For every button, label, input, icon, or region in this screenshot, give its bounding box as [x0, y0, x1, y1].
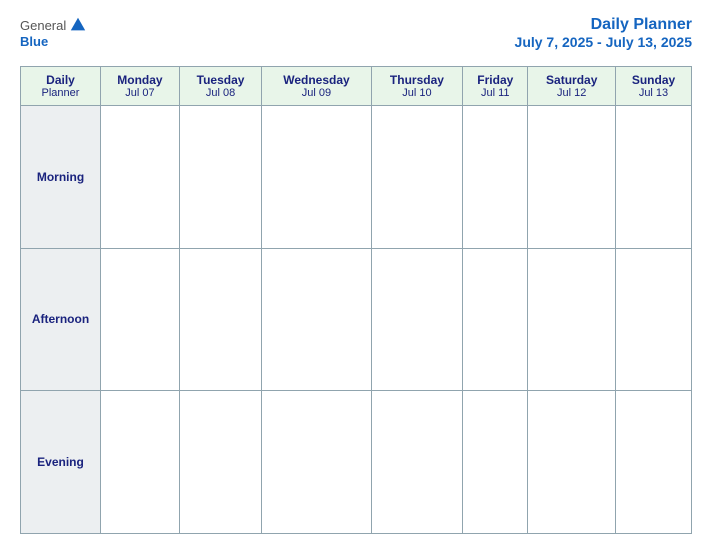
label-header-line2: Planner	[25, 87, 96, 99]
col-monday: Monday Jul 07	[101, 67, 180, 106]
afternoon-sunday[interactable]	[616, 248, 692, 391]
monday-date: Jul 07	[105, 87, 175, 99]
afternoon-wednesday[interactable]	[262, 248, 371, 391]
evening-monday[interactable]	[101, 391, 180, 534]
sunday-date: Jul 13	[620, 87, 687, 99]
morning-row: Morning	[21, 106, 692, 249]
evening-friday[interactable]	[463, 391, 528, 534]
afternoon-label: Afternoon	[21, 248, 101, 391]
afternoon-row: Afternoon	[21, 248, 692, 391]
evening-wednesday[interactable]	[262, 391, 371, 534]
morning-label: Morning	[21, 106, 101, 249]
evening-tuesday[interactable]	[179, 391, 261, 534]
morning-wednesday[interactable]	[262, 106, 371, 249]
tuesday-date: Jul 08	[184, 87, 257, 99]
logo-area: General Blue	[20, 16, 87, 49]
morning-tuesday[interactable]	[179, 106, 261, 249]
logo-icon	[69, 16, 87, 34]
wednesday-name: Wednesday	[266, 73, 366, 87]
morning-saturday[interactable]	[528, 106, 616, 249]
logo-text: General	[20, 16, 87, 34]
evening-label: Evening	[21, 391, 101, 534]
col-sunday: Sunday Jul 13	[616, 67, 692, 106]
logo-blue-text: Blue	[20, 34, 48, 49]
afternoon-monday[interactable]	[101, 248, 180, 391]
sunday-name: Sunday	[620, 73, 687, 87]
col-wednesday: Wednesday Jul 09	[262, 67, 371, 106]
afternoon-friday[interactable]	[463, 248, 528, 391]
planner-title: Daily Planner	[591, 16, 692, 33]
afternoon-tuesday[interactable]	[179, 248, 261, 391]
friday-date: Jul 11	[467, 87, 523, 99]
col-thursday: Thursday Jul 10	[371, 67, 462, 106]
friday-name: Friday	[467, 73, 523, 87]
thursday-date: Jul 10	[376, 87, 458, 99]
afternoon-thursday[interactable]	[371, 248, 462, 391]
afternoon-saturday[interactable]	[528, 248, 616, 391]
col-tuesday: Tuesday Jul 08	[179, 67, 261, 106]
morning-sunday[interactable]	[616, 106, 692, 249]
col-saturday: Saturday Jul 12	[528, 67, 616, 106]
evening-sunday[interactable]	[616, 391, 692, 534]
saturday-date: Jul 12	[532, 87, 611, 99]
page: General Blue Daily Planner July 7, 2025 …	[0, 0, 712, 550]
morning-thursday[interactable]	[371, 106, 462, 249]
evening-thursday[interactable]	[371, 391, 462, 534]
header: General Blue Daily Planner July 7, 2025 …	[20, 16, 692, 52]
monday-name: Monday	[105, 73, 175, 87]
label-header-line1: Daily	[25, 73, 96, 87]
saturday-name: Saturday	[532, 73, 611, 87]
tuesday-name: Tuesday	[184, 73, 257, 87]
col-friday: Friday Jul 11	[463, 67, 528, 106]
morning-monday[interactable]	[101, 106, 180, 249]
title-area: Daily Planner July 7, 2025 - July 13, 20…	[515, 16, 692, 52]
wednesday-date: Jul 09	[266, 87, 366, 99]
evening-saturday[interactable]	[528, 391, 616, 534]
header-row: Daily Planner Monday Jul 07 Tuesday Jul …	[21, 67, 692, 106]
thursday-name: Thursday	[376, 73, 458, 87]
column-label-header: Daily Planner	[21, 67, 101, 106]
planner-table: Daily Planner Monday Jul 07 Tuesday Jul …	[20, 66, 692, 534]
morning-friday[interactable]	[463, 106, 528, 249]
date-range: July 7, 2025 - July 13, 2025	[515, 34, 692, 50]
logo-general-text: General	[20, 18, 66, 33]
evening-row: Evening	[21, 391, 692, 534]
